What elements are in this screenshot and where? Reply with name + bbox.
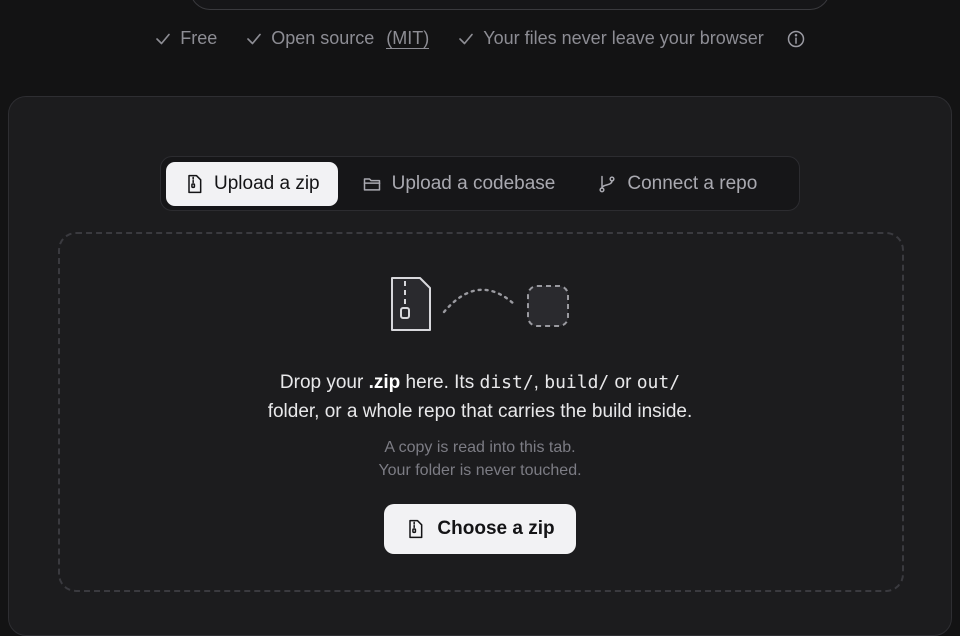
- tab-upload-codebase-label: Upload a codebase: [391, 172, 556, 194]
- zip-to-folder-illustration: [391, 277, 569, 331]
- feature-open-source: Open source (MIT): [245, 28, 430, 49]
- check-icon: [156, 33, 171, 44]
- info-icon[interactable]: [786, 29, 806, 49]
- zip-file-icon: [391, 277, 431, 331]
- choose-zip-button[interactable]: Choose a zip: [384, 504, 576, 554]
- check-icon: [459, 33, 474, 44]
- file-zip-icon: [409, 519, 423, 539]
- check-icon: [247, 33, 262, 44]
- dropzone-line-1: Drop your .zip here. Its dist/, build/ o…: [0, 368, 960, 397]
- dist-folder-name: dist/: [479, 372, 534, 393]
- drop-text-or: or: [609, 372, 637, 393]
- feature-privacy-label: Your files never leave your browser: [483, 28, 764, 48]
- tab-upload-zip-label: Upload a zip: [214, 172, 320, 194]
- file-zip-icon: [188, 174, 202, 193]
- dropzone-instructions: Drop your .zip here. Its dist/, build/ o…: [0, 368, 960, 426]
- transfer-path: [442, 288, 516, 314]
- feature-list: Free Open source (MIT) Your files never …: [0, 28, 960, 49]
- privacy-note: A copy is read into this tab. Your folde…: [0, 436, 960, 482]
- feature-free-label: Free: [180, 28, 218, 48]
- tab-upload-zip[interactable]: Upload a zip: [166, 161, 338, 206]
- privacy-note-line-2: Your folder is never touched.: [378, 462, 582, 479]
- out-folder-name: out/: [636, 372, 681, 393]
- choose-zip-button-label: Choose a zip: [437, 518, 555, 539]
- drop-text-comma: ,: [533, 372, 545, 393]
- feature-free: Free: [154, 28, 217, 49]
- license-link[interactable]: (MIT): [386, 28, 430, 49]
- folder-icon: [363, 177, 380, 191]
- top-search-field[interactable]: [190, 0, 830, 10]
- zip-extension: .zip: [368, 372, 401, 393]
- drop-text-prefix: Drop your: [279, 372, 369, 393]
- feature-privacy: Your files never leave your browser: [457, 28, 764, 49]
- upload-mode-tabs: Upload a zip Upload a codebase Connect a…: [160, 156, 800, 211]
- feature-open-source-label: Open source: [271, 28, 375, 48]
- tab-connect-repo[interactable]: Connect a repo: [579, 162, 775, 206]
- drop-text-middle: here. Its: [400, 372, 480, 393]
- privacy-note-line-1: A copy is read into this tab.: [384, 439, 576, 456]
- git-branch-icon: [599, 175, 615, 192]
- tab-connect-repo-label: Connect a repo: [627, 172, 758, 194]
- target-placeholder-icon: [527, 285, 569, 327]
- dropzone-line-2: folder, or a whole repo that carries the…: [267, 401, 693, 422]
- build-folder-name: build/: [544, 372, 610, 393]
- tab-upload-codebase[interactable]: Upload a codebase: [344, 162, 574, 206]
